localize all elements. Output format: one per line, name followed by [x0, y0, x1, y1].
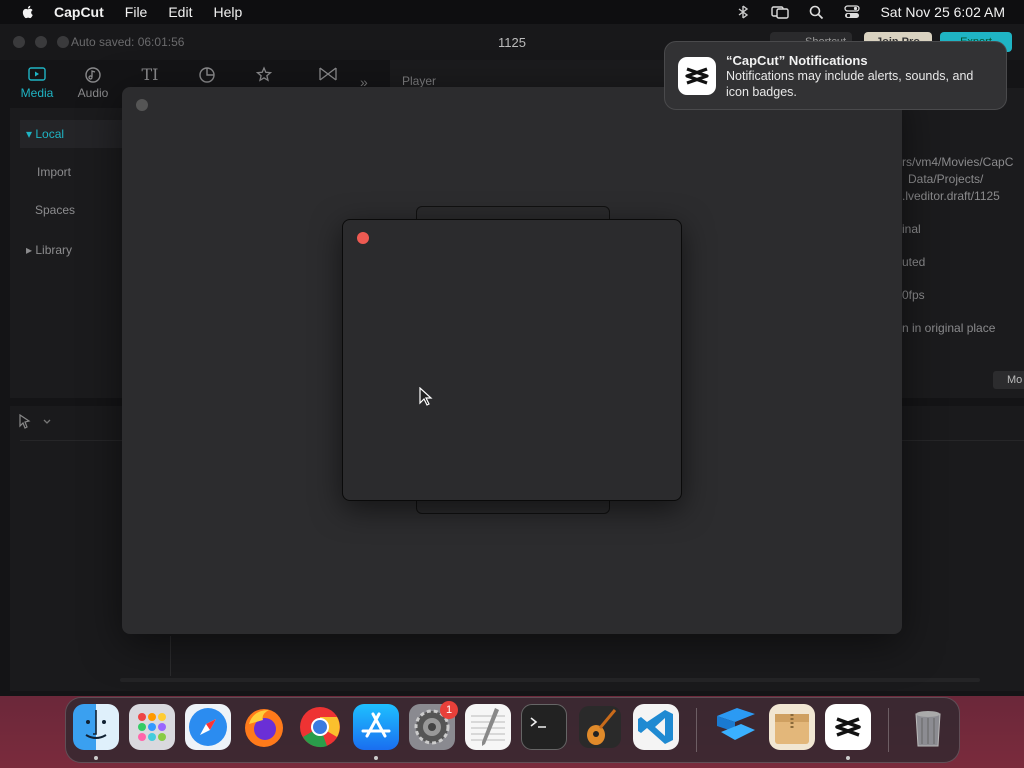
dialog-close-button[interactable] [136, 99, 148, 111]
notification-body: Notifications may include alerts, sounds… [726, 69, 974, 99]
text-icon: TI [141, 65, 159, 84]
launchpad-icon[interactable] [129, 704, 175, 750]
tab-audio-label: Audio [77, 86, 109, 100]
paper-app-icon[interactable] [711, 704, 757, 750]
timeline-scrollbar[interactable] [120, 678, 980, 682]
player-label: Player [402, 74, 437, 88]
menu-file[interactable]: File [125, 4, 148, 20]
select-tool-icon[interactable] [18, 414, 52, 430]
notification-banner[interactable]: “CapCut” Notifications Notifications may… [664, 41, 1007, 110]
media-icon [15, 66, 59, 84]
menu-help[interactable]: Help [213, 4, 242, 20]
sidebar-item-import[interactable]: Import [37, 165, 71, 179]
inner-window [342, 219, 682, 501]
dock: 1 [65, 697, 960, 763]
modify-button[interactable]: Mo [993, 371, 1024, 389]
details-row-2: uted [902, 255, 926, 269]
dock-separator [696, 708, 697, 752]
tab-effects[interactable] [242, 66, 286, 86]
menu-edit[interactable]: Edit [168, 4, 192, 20]
inner-window-close-button[interactable] [357, 232, 369, 244]
details-path-line3: .lveditor.draft/1125 [902, 189, 1000, 203]
archive-utility-icon[interactable] [769, 704, 815, 750]
notification-badge: 1 [440, 701, 458, 719]
safari-icon[interactable] [185, 704, 231, 750]
tab-media-label: Media [20, 86, 54, 100]
details-row-1: inal [902, 222, 921, 236]
app-store-icon[interactable] [353, 704, 399, 750]
firefox-icon[interactable] [241, 704, 287, 750]
sidebar-item-library[interactable]: ▸ Library [26, 243, 72, 257]
sidebar-item-library-label: Library [35, 243, 73, 257]
finder-icon[interactable] [73, 704, 119, 750]
stickers-icon [185, 66, 229, 84]
transitions-icon [306, 66, 350, 84]
details-path-line1: rs/vm4/Movies/CapC [902, 155, 1014, 169]
menu-app-name[interactable]: CapCut [54, 4, 104, 20]
details-panel: rs/vm4/Movies/CapC Data/Projects/ .lvedi… [902, 88, 1024, 398]
tab-transitions[interactable] [306, 66, 350, 86]
bluetooth-status-icon[interactable] [735, 4, 751, 20]
spotlight-search-icon[interactable] [809, 5, 824, 20]
capcut-app-icon [678, 57, 716, 95]
control-center-icon[interactable] [844, 5, 861, 19]
tab-audio[interactable]: Audio [71, 66, 115, 100]
sidebar-item-local[interactable]: ▾ Local [26, 127, 64, 141]
screen-mirroring-icon[interactable] [771, 5, 790, 19]
tab-stickers[interactable] [185, 66, 229, 86]
capcut-running-indicator [846, 756, 850, 760]
capcut-dock-icon[interactable] [825, 704, 871, 750]
details-row-4: n in original place [902, 321, 996, 335]
details-path-line2: Data/Projects/ [908, 172, 984, 186]
app-store-running-indicator [374, 756, 378, 760]
textedit-icon[interactable] [465, 704, 511, 750]
sidebar-item-spaces[interactable]: Spaces [35, 203, 75, 217]
terminal-icon[interactable] [521, 704, 567, 750]
apple-menu-icon[interactable] [20, 4, 36, 20]
tab-media[interactable]: Media [15, 66, 59, 100]
trash-icon[interactable] [905, 704, 951, 750]
garageband-icon[interactable] [577, 704, 623, 750]
player-panel: Player [390, 60, 670, 88]
timeline-track-line [170, 636, 171, 676]
menu-clock[interactable]: Sat Nov 25 6:02 AM [880, 4, 1005, 20]
effects-icon [242, 66, 286, 84]
details-row-3: 0fps [902, 288, 925, 302]
notification-title: “CapCut” Notifications [726, 53, 868, 68]
audio-icon [71, 66, 115, 84]
menu-bar: CapCut File Edit Help Sat Nov 25 6:02 AM [0, 0, 1024, 24]
media-sidebar: ▾ Local Import Spaces ▸ Library [10, 108, 122, 398]
sidebar-item-local-label: Local [35, 127, 65, 141]
finder-running-indicator [94, 756, 98, 760]
chrome-icon[interactable] [297, 704, 343, 750]
dock-separator-trash [888, 708, 889, 752]
tab-text[interactable]: TI [128, 66, 172, 86]
vscode-icon[interactable] [633, 704, 679, 750]
mouse-cursor-icon [419, 387, 433, 406]
